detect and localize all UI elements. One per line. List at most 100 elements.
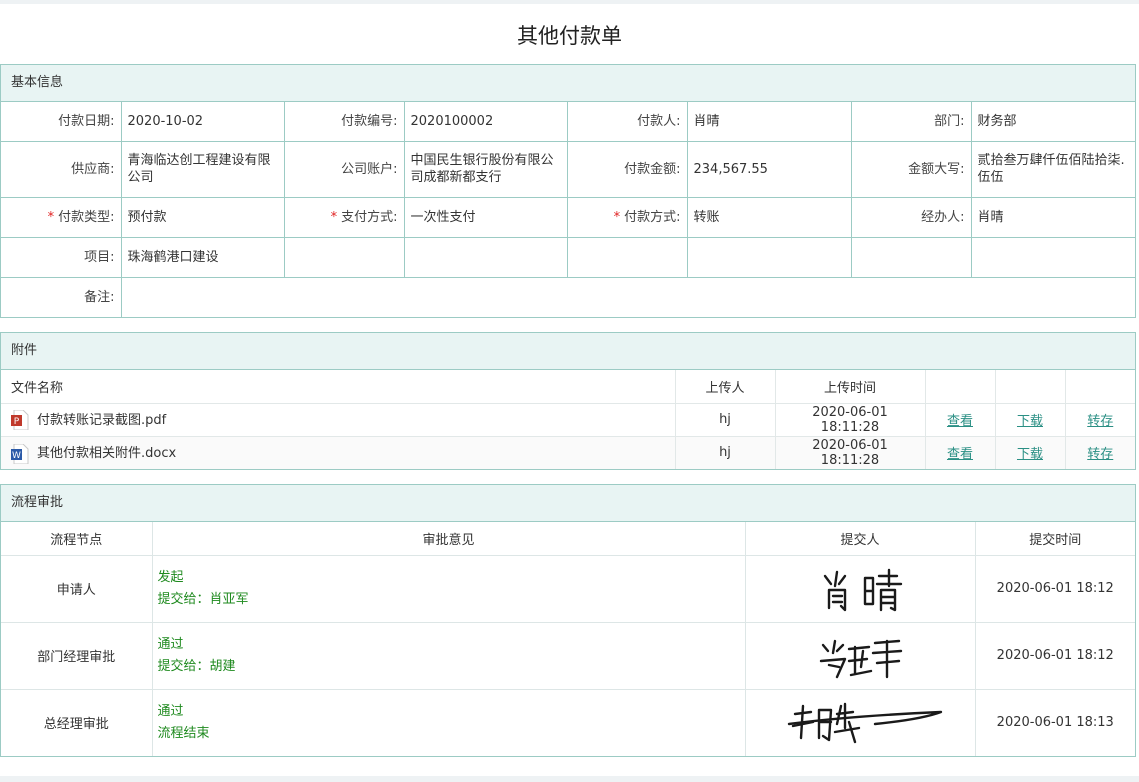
pay-type-label: * 付款类型: (1, 197, 122, 238)
empty-cell (925, 370, 996, 404)
table-row: 总经理审批 通过 流程结束 2020-06-01 18:13 (1, 689, 1135, 756)
remark-value (121, 277, 1135, 317)
empty-cell (1065, 370, 1135, 404)
upload-time-cell: 2020-06-01 18:11:28 (775, 436, 926, 469)
svg-text:W: W (12, 451, 21, 461)
svg-text:P: P (14, 417, 20, 427)
col-opinion: 审批意见 (152, 522, 746, 556)
required-mark: * (330, 209, 338, 225)
signature-image (819, 639, 903, 678)
table-row: 申请人 发起 提交给：肖亚军 2020-06-01 18:12 (1, 555, 1135, 623)
empty-cell (404, 237, 568, 278)
submit-time: 2020-06-01 18:12 (975, 622, 1135, 690)
account-value: 中国民生银行股份有限公司成都新都支行 (404, 141, 568, 198)
amount-cn-label: 金额大写: (851, 141, 972, 198)
opinion-cell: 通过 流程结束 (152, 689, 746, 756)
empty-cell (284, 237, 405, 278)
flow-node: 总经理审批 (1, 689, 153, 756)
dept-label: 部门: (851, 102, 972, 142)
amount-cn-value: 贰拾叁万肆仟伍佰陆拾柒.伍伍 (971, 141, 1135, 198)
empty-cell (995, 370, 1066, 404)
file-name[interactable]: 付款转账记录截图.pdf (37, 413, 166, 428)
pay-way-value: 转账 (687, 197, 852, 238)
supplier-value: 青海临达创工程建设有限公司 (121, 141, 285, 198)
view-link[interactable]: 查看 (947, 447, 973, 462)
col-uploader: 上传人 (675, 370, 776, 404)
approval-flow-section: 流程审批 流程节点 审批意见 提交人 提交时间 申请人 发起 提交给：肖亚军 2… (0, 484, 1136, 757)
account-label: 公司账户: (284, 141, 405, 198)
remark-label: 备注: (1, 277, 122, 317)
download-link[interactable]: 下载 (1017, 414, 1043, 429)
save-to-link[interactable]: 转存 (1087, 447, 1113, 462)
empty-cell (567, 237, 688, 278)
file-name-cell: P 付款转账记录截图.pdf (1, 403, 676, 437)
pay-method-value: 一次性支付 (404, 197, 568, 238)
pay-type-value: 预付款 (121, 197, 285, 238)
submit-time: 2020-06-01 18:12 (975, 555, 1135, 623)
payer-value: 肖晴 (687, 102, 852, 142)
submit-time: 2020-06-01 18:13 (996, 715, 1114, 731)
required-mark: * (613, 209, 621, 225)
col-file-name: 文件名称 (1, 370, 676, 404)
opinion-next: 流程结束 (157, 725, 210, 741)
empty-cell (971, 237, 1135, 278)
flow-node: 申请人 (1, 555, 153, 623)
basic-info-table: 付款日期: 2020-10-02 付款编号: 2020100002 付款人: 肖… (1, 102, 1135, 317)
signature-image (787, 702, 943, 743)
signature-cell (745, 689, 976, 756)
signature-cell (745, 555, 976, 623)
opinion-result: 通过 (157, 636, 184, 652)
project-label: 项目: (1, 237, 122, 278)
amount-value: 234,567.55 (687, 141, 852, 198)
pay-way-label: * 付款方式: (567, 197, 688, 238)
col-flow-node: 流程节点 (1, 522, 153, 556)
pay-no-label: 付款编号: (284, 102, 405, 142)
col-submit-time: 提交时间 (975, 522, 1135, 556)
signature-image (823, 568, 903, 611)
payment-form-page: 其他付款单 基本信息 付款日期: 2020-10-02 付款编号: 202010… (0, 4, 1139, 776)
table-row: 部门经理审批 通过 提交给：胡建 2020-06-01 18:12 (1, 622, 1135, 690)
pay-no-value: 2020100002 (404, 102, 568, 142)
opinion-cell: 通过 提交给：胡建 (152, 622, 746, 690)
opinion-result: 通过 (157, 703, 184, 719)
attachments-section: 附件 文件名称 上传人 上传时间 P 付款转账记录截图.pdf hj 2020-… (0, 332, 1136, 470)
file-name[interactable]: 其他付款相关附件.docx (37, 446, 176, 461)
empty-cell (851, 237, 972, 278)
signature-cell (745, 622, 976, 690)
pay-type-label-text: 付款类型: (58, 209, 115, 225)
dept-value: 财务部 (971, 102, 1135, 142)
view-link[interactable]: 查看 (947, 414, 973, 429)
col-upload-time: 上传时间 (775, 370, 926, 404)
handler-label: 经办人: (851, 197, 972, 238)
attachments-table: 文件名称 上传人 上传时间 P 付款转账记录截图.pdf hj 2020-06-… (1, 370, 1135, 469)
page-title: 其他付款单 (517, 24, 622, 48)
word-file-icon: W (11, 443, 29, 464)
amount-label: 付款金额: (567, 141, 688, 198)
supplier-label: 供应商: (1, 141, 122, 198)
required-mark: * (47, 209, 55, 225)
opinion-next: 提交给：胡建 (157, 658, 236, 674)
pay-method-label-text: 支付方式: (341, 209, 398, 225)
uploader-cell: hj (675, 436, 776, 469)
table-row: P 付款转账记录截图.pdf hj 2020-06-01 18:11:28 查看… (1, 403, 1135, 437)
table-row: W 其他付款相关附件.docx hj 2020-06-01 18:11:28 查… (1, 436, 1135, 469)
approval-flow-table: 流程节点 审批意见 提交人 提交时间 申请人 发起 提交给：肖亚军 2020-0… (1, 522, 1135, 756)
download-link[interactable]: 下载 (1017, 447, 1043, 462)
pay-date-value: 2020-10-02 (121, 102, 285, 142)
basic-info-section: 基本信息 付款日期: 2020-10-02 付款编号: 2020100002 付… (0, 64, 1136, 318)
attachments-heading: 附件 (1, 333, 1135, 370)
flow-node: 部门经理审批 (1, 622, 153, 690)
payer-label: 付款人: (567, 102, 688, 142)
project-value: 珠海鹤港口建设 (121, 237, 285, 278)
pay-date-label: 付款日期: (1, 102, 122, 142)
uploader-cell: hj (675, 403, 776, 437)
save-to-link[interactable]: 转存 (1087, 414, 1113, 429)
opinion-next: 提交给：肖亚军 (157, 591, 249, 607)
basic-info-heading: 基本信息 (1, 65, 1135, 102)
pay-way-label-text: 付款方式: (624, 209, 681, 225)
handler-value: 肖晴 (971, 197, 1135, 238)
pay-method-label: * 支付方式: (284, 197, 405, 238)
opinion-result: 发起 (157, 569, 184, 585)
file-name-cell: W 其他付款相关附件.docx (1, 436, 676, 469)
opinion-cell: 发起 提交给：肖亚军 (152, 555, 746, 623)
